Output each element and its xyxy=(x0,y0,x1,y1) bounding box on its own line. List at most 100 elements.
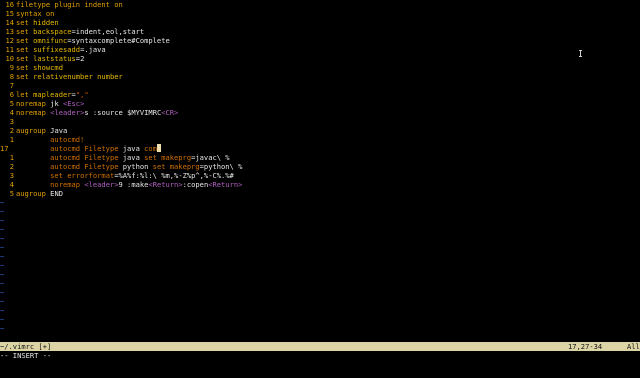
code-token: showcmd xyxy=(28,63,63,72)
code-token: Filetype xyxy=(80,144,119,153)
code-token: set xyxy=(144,153,157,162)
status-filename: ~/.vimrc [+] xyxy=(0,342,52,351)
code-line[interactable]: 1 autocmd! xyxy=(0,135,640,144)
line-number: 14 xyxy=(5,18,14,27)
code-token: jk xyxy=(45,99,63,108)
code-token: set xyxy=(16,36,29,45)
code-line[interactable]: 4 noremap <leader>9 :make<Return>:copen<… xyxy=(0,180,640,189)
line-number: 12 xyxy=(5,36,14,45)
empty-line-tilde: ~ xyxy=(0,243,5,252)
code-token: autocmd xyxy=(16,153,81,162)
mouse-ibeam-cursor xyxy=(579,50,582,57)
code-line[interactable]: 5 noremap jk <Esc> xyxy=(0,99,640,108)
line-number: 1 xyxy=(9,135,14,144)
code-token: noremap xyxy=(16,99,46,108)
code-token: set xyxy=(16,63,29,72)
code-token: s :source $MYVIMRC xyxy=(84,108,162,117)
code-token: 9 :make xyxy=(118,180,149,189)
code-token: java xyxy=(118,153,145,162)
code-line[interactable]: 10 set laststatus=2 xyxy=(0,54,640,63)
code-line[interactable]: 3 xyxy=(0,117,640,126)
line-number: 4 xyxy=(9,108,14,117)
line-number: 15 xyxy=(5,9,14,18)
line-number: 4 xyxy=(9,180,14,189)
empty-line-tilde: ~ xyxy=(0,261,5,270)
code-line[interactable]: 2 autocmd Filetype python set makeprg=py… xyxy=(0,162,640,171)
code-line[interactable]: 8 set relativenumber number xyxy=(0,72,640,81)
code-line[interactable]: 2 augroup Java xyxy=(0,126,640,135)
line-number: 13 xyxy=(5,27,14,36)
empty-line-tilde: ~ xyxy=(0,252,5,261)
code-line[interactable]: 1 autocmd Filetype java set makeprg=java… xyxy=(0,153,640,162)
code-token: =2 xyxy=(75,54,85,63)
line-number: 7 xyxy=(9,81,14,90)
code-token: :copen xyxy=(182,180,209,189)
line-number: 3 xyxy=(9,117,14,126)
code-token: autocmd xyxy=(16,144,81,153)
editor-buffer[interactable]: 16 filetype plugin indent on 15 syntax on 14… xyxy=(0,0,640,342)
code-token: suffixesadd xyxy=(28,45,81,54)
line-number: 1 xyxy=(9,153,14,162)
code-token: filetype plugin indent on xyxy=(16,0,123,9)
code-token: mapleader xyxy=(28,90,72,99)
code-token: =%A%f:%l:\ %m,%-Z%p^,%-C%.%# xyxy=(114,171,234,180)
code-token: set xyxy=(16,54,29,63)
line-number: 5 xyxy=(9,99,14,108)
empty-line-tilde: ~ xyxy=(0,207,5,216)
code-line[interactable]: 16 filetype plugin indent on xyxy=(0,0,640,9)
empty-line-tilde: ~ xyxy=(0,306,5,315)
code-token: =python\ % xyxy=(199,162,243,171)
code-token: hidden xyxy=(28,18,59,27)
code-token: END xyxy=(45,189,63,198)
code-token: set xyxy=(152,162,166,171)
code-token: relativenumber number xyxy=(28,72,123,81)
code-token: <leader> xyxy=(50,108,85,117)
line-number: 9 xyxy=(9,63,14,72)
empty-line-tilde: ~ xyxy=(0,315,5,324)
code-token: <Return> xyxy=(208,180,243,189)
code-line[interactable]: 6 let mapleader="," xyxy=(0,90,640,99)
code-token: let xyxy=(16,90,29,99)
code-line[interactable]: 4 noremap <leader>s :source $MYVIMRC<CR> xyxy=(0,108,640,117)
empty-line-tilde: ~ xyxy=(0,279,5,288)
code-token: "," xyxy=(75,90,89,99)
status-line: ~/.vimrc [+] 17,27-34 All xyxy=(0,342,640,351)
empty-line-tilde: ~ xyxy=(0,198,5,207)
code-token: set xyxy=(16,171,63,180)
code-line[interactable]: 3 set errorformat=%A%f:%l:\ %m,%-Z%p^,%-… xyxy=(0,171,640,180)
line-number: 16 xyxy=(5,0,14,9)
line-number: 2 xyxy=(9,162,14,171)
code-token: backspace xyxy=(28,27,72,36)
code-line[interactable]: 12 set omnifunc=syntaxcomplete#Complete xyxy=(0,36,640,45)
code-line[interactable]: 11 set suffixesadd=.java xyxy=(0,45,640,54)
code-token: set xyxy=(16,18,29,27)
code-token: =.java xyxy=(80,45,106,54)
code-line[interactable]: 13 set backspace=indent,eol,start xyxy=(0,27,640,36)
line-number: 3 xyxy=(9,171,14,180)
code-token: =syntaxcomplete#Complete xyxy=(67,36,170,45)
code-line[interactable]: 15 syntax on xyxy=(0,9,640,18)
empty-line-tilde: ~ xyxy=(0,270,5,279)
code-token: =indent,eol,start xyxy=(71,27,145,36)
empty-line-tilde: ~ xyxy=(0,234,5,243)
code-line[interactable]: 14 set hidden xyxy=(0,18,640,27)
code-line[interactable]: 5 augroup END xyxy=(0,189,640,198)
mode-indicator: -- INSERT -- xyxy=(0,351,52,360)
line-number: 8 xyxy=(9,72,14,81)
code-token: autocmd xyxy=(16,162,81,171)
code-line[interactable]: 9 set showcmd xyxy=(0,63,640,72)
line-number: 10 xyxy=(5,54,14,63)
code-token: autocmd! xyxy=(16,135,85,144)
status-scroll-percent: All xyxy=(627,342,640,351)
code-token: makeprg xyxy=(165,162,200,171)
status-cursor-position: 17,27-34 xyxy=(568,342,603,351)
line-number: 2 xyxy=(9,126,14,135)
code-token: <Return> xyxy=(148,180,183,189)
code-line[interactable]: 17 autocmd Filetype java com xyxy=(0,144,640,153)
code-token: <leader> xyxy=(84,180,119,189)
code-token: com xyxy=(144,144,157,153)
code-token: <CR> xyxy=(161,108,179,117)
code-token: set xyxy=(16,27,29,36)
code-line[interactable]: 7 xyxy=(0,81,640,90)
code-token: java xyxy=(118,144,145,153)
